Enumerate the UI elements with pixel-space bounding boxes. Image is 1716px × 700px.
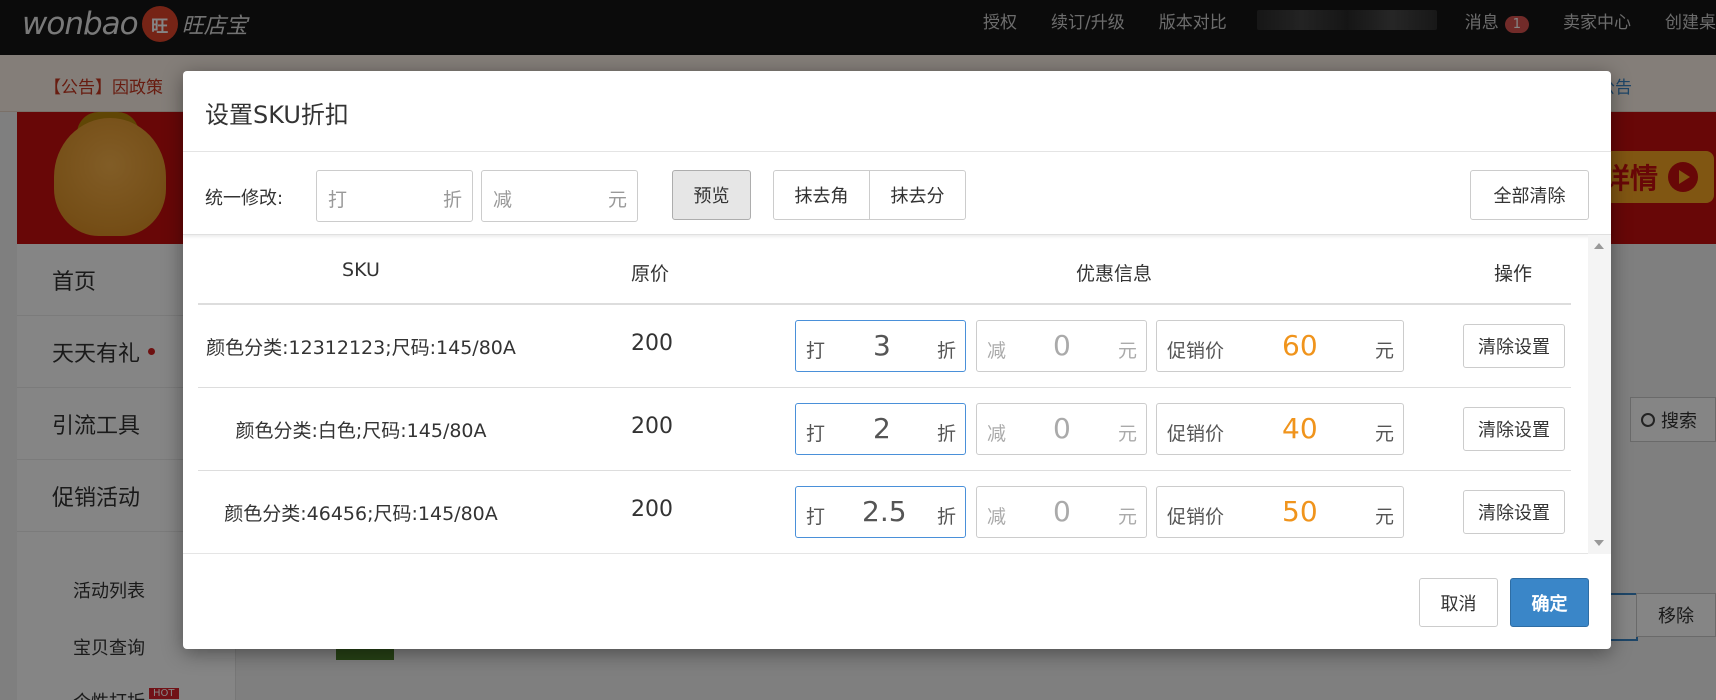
table-scrollbar[interactable]	[1588, 235, 1611, 554]
clear-all-button[interactable]: 全部清除	[1470, 170, 1589, 220]
reduce-suffix: 元	[1117, 423, 1137, 445]
round-off-fen-button[interactable]: 抹去分	[869, 170, 966, 220]
table-header: SKU 原价 优惠信息 操作	[198, 235, 1571, 305]
confirm-label: 确定	[1531, 593, 1568, 615]
bulk-edit-toolbar: 统一修改: 打 折 减 元 预览 抹去角 抹去分 全部清除	[183, 152, 1611, 235]
table-row: 颜色分类:12312123;尺码:145/80A 200 打 3 折 减 0 元…	[198, 305, 1571, 388]
original-price: 200	[631, 414, 673, 439]
discount-prefix: 打	[806, 340, 826, 362]
row-reduce-input[interactable]: 减 0 元	[976, 486, 1147, 538]
clear-row-label: 清除设置	[1478, 337, 1550, 358]
dialog-title: 设置SKU折扣	[205, 101, 349, 129]
bulk-discount-input[interactable]: 打 折	[316, 170, 473, 222]
discount-prefix: 打	[806, 506, 826, 528]
promo-prefix: 促销价	[1167, 340, 1225, 362]
table-row: 颜色分类:白色;尺码:145/80A 200 打 2 折 减 0 元 促销价 4…	[198, 388, 1571, 471]
clear-row-button[interactable]: 清除设置	[1463, 490, 1565, 534]
discount-suffix: 折	[936, 340, 956, 362]
col-header-actions: 操作	[1493, 263, 1533, 285]
row-discount-input[interactable]: 打 2.5 折	[795, 486, 966, 538]
reduce-suffix: 元	[1117, 506, 1137, 528]
dialog-header: 设置SKU折扣	[183, 71, 1611, 152]
reduce-prefix: 减	[987, 340, 1007, 362]
clear-all-label: 全部清除	[1493, 186, 1566, 207]
clear-row-label: 清除设置	[1478, 420, 1550, 441]
scroll-down-icon[interactable]	[1594, 540, 1604, 546]
clear-row-button[interactable]: 清除设置	[1463, 324, 1565, 368]
reduce-prefix: 减	[987, 423, 1007, 445]
row-reduce-input[interactable]: 减 0 元	[976, 320, 1147, 372]
col-header-discount-info: 优惠信息	[1075, 263, 1153, 285]
promo-suffix: 元	[1374, 423, 1394, 445]
reduce-suffix: 元	[1117, 340, 1137, 362]
row-promo-price-input[interactable]: 促销价 40 元	[1156, 403, 1404, 455]
sku-name: 颜色分类:白色;尺码:145/80A	[235, 420, 487, 442]
reduce-value: 0	[1053, 329, 1071, 362]
discount-suffix: 折	[936, 423, 956, 445]
scroll-up-icon[interactable]	[1594, 243, 1604, 249]
row-promo-price-input[interactable]: 促销价 50 元	[1156, 486, 1404, 538]
original-price: 200	[631, 331, 673, 356]
reduce-prefix: 减	[493, 189, 513, 211]
row-reduce-input[interactable]: 减 0 元	[976, 403, 1147, 455]
round-jiao-label: 抹去角	[794, 186, 849, 207]
discount-value: 2.5	[862, 495, 907, 528]
bulk-reduce-input[interactable]: 减 元	[481, 170, 638, 222]
preview-label: 预览	[693, 186, 730, 207]
promo-suffix: 元	[1374, 506, 1394, 528]
col-header-original-price: 原价	[630, 263, 670, 285]
table-row: 颜色分类:46456;尺码:145/80A 200 打 2.5 折 减 0 元 …	[198, 471, 1571, 554]
promo-price-value: 50	[1282, 495, 1318, 528]
discount-value: 3	[873, 329, 891, 362]
row-discount-input[interactable]: 打 2 折	[795, 403, 966, 455]
cancel-button[interactable]: 取消	[1419, 578, 1498, 627]
sku-name: 颜色分类:46456;尺码:145/80A	[224, 503, 498, 525]
promo-prefix: 促销价	[1167, 423, 1225, 445]
promo-suffix: 元	[1374, 340, 1394, 362]
discount-suffix: 折	[442, 189, 462, 211]
clear-row-label: 清除设置	[1478, 503, 1550, 524]
row-promo-price-input[interactable]: 促销价 60 元	[1156, 320, 1404, 372]
promo-prefix: 促销价	[1167, 506, 1225, 528]
clear-row-button[interactable]: 清除设置	[1463, 407, 1565, 451]
confirm-button[interactable]: 确定	[1510, 578, 1589, 627]
reduce-value: 0	[1053, 495, 1071, 528]
sku-discount-dialog: 设置SKU折扣 统一修改: 打 折 减 元 预览 抹去角 抹去分 全部清除 SK…	[183, 71, 1611, 649]
discount-suffix: 折	[936, 506, 956, 528]
discount-value: 2	[873, 412, 891, 445]
sku-name: 颜色分类:12312123;尺码:145/80A	[206, 337, 516, 359]
preview-button[interactable]: 预览	[672, 170, 751, 220]
reduce-prefix: 减	[987, 506, 1007, 528]
promo-price-value: 40	[1282, 412, 1318, 445]
bulk-edit-label: 统一修改:	[205, 188, 284, 209]
discount-prefix: 打	[328, 189, 348, 211]
reduce-suffix: 元	[607, 189, 627, 211]
round-off-jiao-button[interactable]: 抹去角	[773, 170, 870, 220]
cancel-label: 取消	[1440, 593, 1477, 615]
round-fen-label: 抹去分	[890, 186, 945, 207]
col-header-sku: SKU	[342, 259, 380, 281]
row-discount-input[interactable]: 打 3 折	[795, 320, 966, 372]
discount-prefix: 打	[806, 423, 826, 445]
promo-price-value: 60	[1282, 329, 1318, 362]
reduce-value: 0	[1053, 412, 1071, 445]
sku-table: SKU 原价 优惠信息 操作 颜色分类:12312123;尺码:145/80A …	[183, 235, 1611, 554]
original-price: 200	[631, 497, 673, 522]
